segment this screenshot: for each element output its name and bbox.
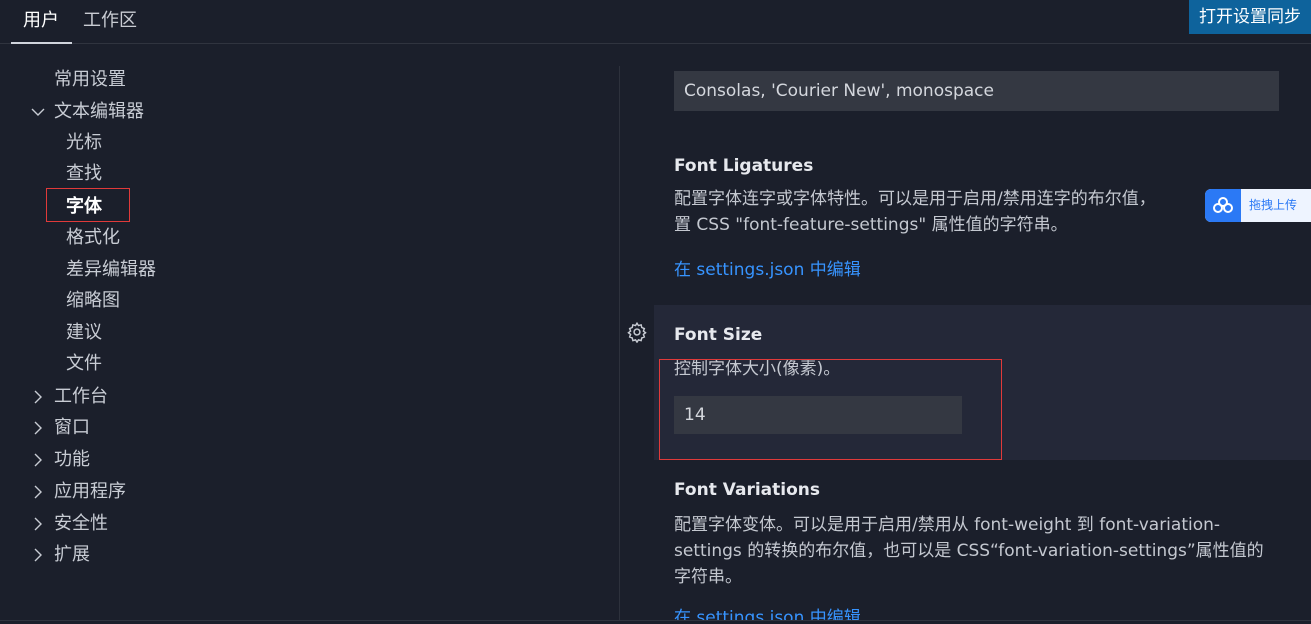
turn-on-settings-sync-button[interactable]: 打开设置同步 <box>1189 0 1311 34</box>
tree-item-files[interactable]: 文件 <box>66 349 102 379</box>
tree-item-workbench[interactable]: 工作台 <box>54 382 108 412</box>
active-tab-indicator <box>11 42 72 44</box>
font-size-title: Font Size <box>674 325 763 345</box>
tree-item-extensions[interactable]: 扩展 <box>54 540 90 570</box>
settings-tabs: 用户 工作区 <box>0 0 1311 44</box>
font-variations-desc-line: settings 的转换的布尔值，也可以是 CSS“font-variation… <box>674 541 1264 561</box>
tree-item-diff-editor[interactable]: 差异编辑器 <box>66 255 156 285</box>
baidu-drag-upload-widget[interactable]: 拖拽上传 <box>1205 189 1311 222</box>
tab-user[interactable]: 用户 <box>23 8 59 34</box>
font-ligatures-desc-line: 置 CSS "font-feature-settings" 属性值的字符串。 <box>674 215 1068 235</box>
gear-icon[interactable] <box>626 321 648 343</box>
chevron-right-icon[interactable] <box>30 516 46 532</box>
baidu-widget-label: 拖拽上传 <box>1249 198 1298 212</box>
tree-item-formatting[interactable]: 格式化 <box>66 223 120 253</box>
font-ligatures-title: Font Ligatures <box>674 156 814 176</box>
tree-item-commonly-used[interactable]: 常用设置 <box>54 65 126 95</box>
tree-item-text-editor[interactable]: 文本编辑器 <box>54 97 144 127</box>
font-variations-description: 配置字体变体。可以是用于启用/禁用从 font-weight 到 font-va… <box>674 512 1294 590</box>
chevron-right-icon[interactable] <box>30 484 46 500</box>
tree-item-application[interactable]: 应用程序 <box>54 477 126 507</box>
tabs-divider <box>0 43 1311 44</box>
tree-item-cursor[interactable]: 光标 <box>66 128 102 158</box>
font-ligatures-edit-link[interactable]: 在 settings.json 中编辑 <box>674 255 861 280</box>
chevron-right-icon[interactable] <box>30 547 46 563</box>
chevron-right-icon[interactable] <box>30 389 46 405</box>
highlight-box-font-size <box>659 359 1002 460</box>
pane-splitter[interactable] <box>619 66 620 624</box>
font-variations-title: Font Variations <box>674 480 820 500</box>
bottom-border <box>0 620 1311 624</box>
chevron-down-icon[interactable] <box>30 104 46 120</box>
settings-editor: 用户 工作区 打开设置同步 常用设置 文本编辑器 光标 查找 字体 格式化 差异… <box>0 0 1311 624</box>
tree-item-features[interactable]: 功能 <box>54 445 90 475</box>
tree-item-find[interactable]: 查找 <box>66 159 102 189</box>
chevron-right-icon[interactable] <box>30 452 46 468</box>
tree-item-suggestions[interactable]: 建议 <box>66 318 102 348</box>
font-ligatures-description: 配置字体连字或字体特性。可以是用于启用/禁用连字的布尔值， 置 CSS "fon… <box>674 186 1294 238</box>
font-variations-desc-line: 字符串。 <box>674 567 742 587</box>
font-ligatures-desc-line: 配置字体连字或字体特性。可以是用于启用/禁用连字的布尔值， <box>674 189 1156 209</box>
chevron-right-icon[interactable] <box>30 420 46 436</box>
highlight-box-font <box>46 188 130 222</box>
tree-item-window[interactable]: 窗口 <box>54 413 90 443</box>
tree-item-minimap[interactable]: 缩略图 <box>66 286 120 316</box>
tab-workspace[interactable]: 工作区 <box>83 8 137 34</box>
font-family-input[interactable]: Consolas, 'Courier New', monospace <box>674 71 1279 111</box>
font-variations-desc-line: 配置字体变体。可以是用于启用/禁用从 font-weight 到 font-va… <box>674 515 1221 535</box>
baidu-cloud-icon <box>1205 189 1241 222</box>
tree-item-security[interactable]: 安全性 <box>54 509 108 539</box>
